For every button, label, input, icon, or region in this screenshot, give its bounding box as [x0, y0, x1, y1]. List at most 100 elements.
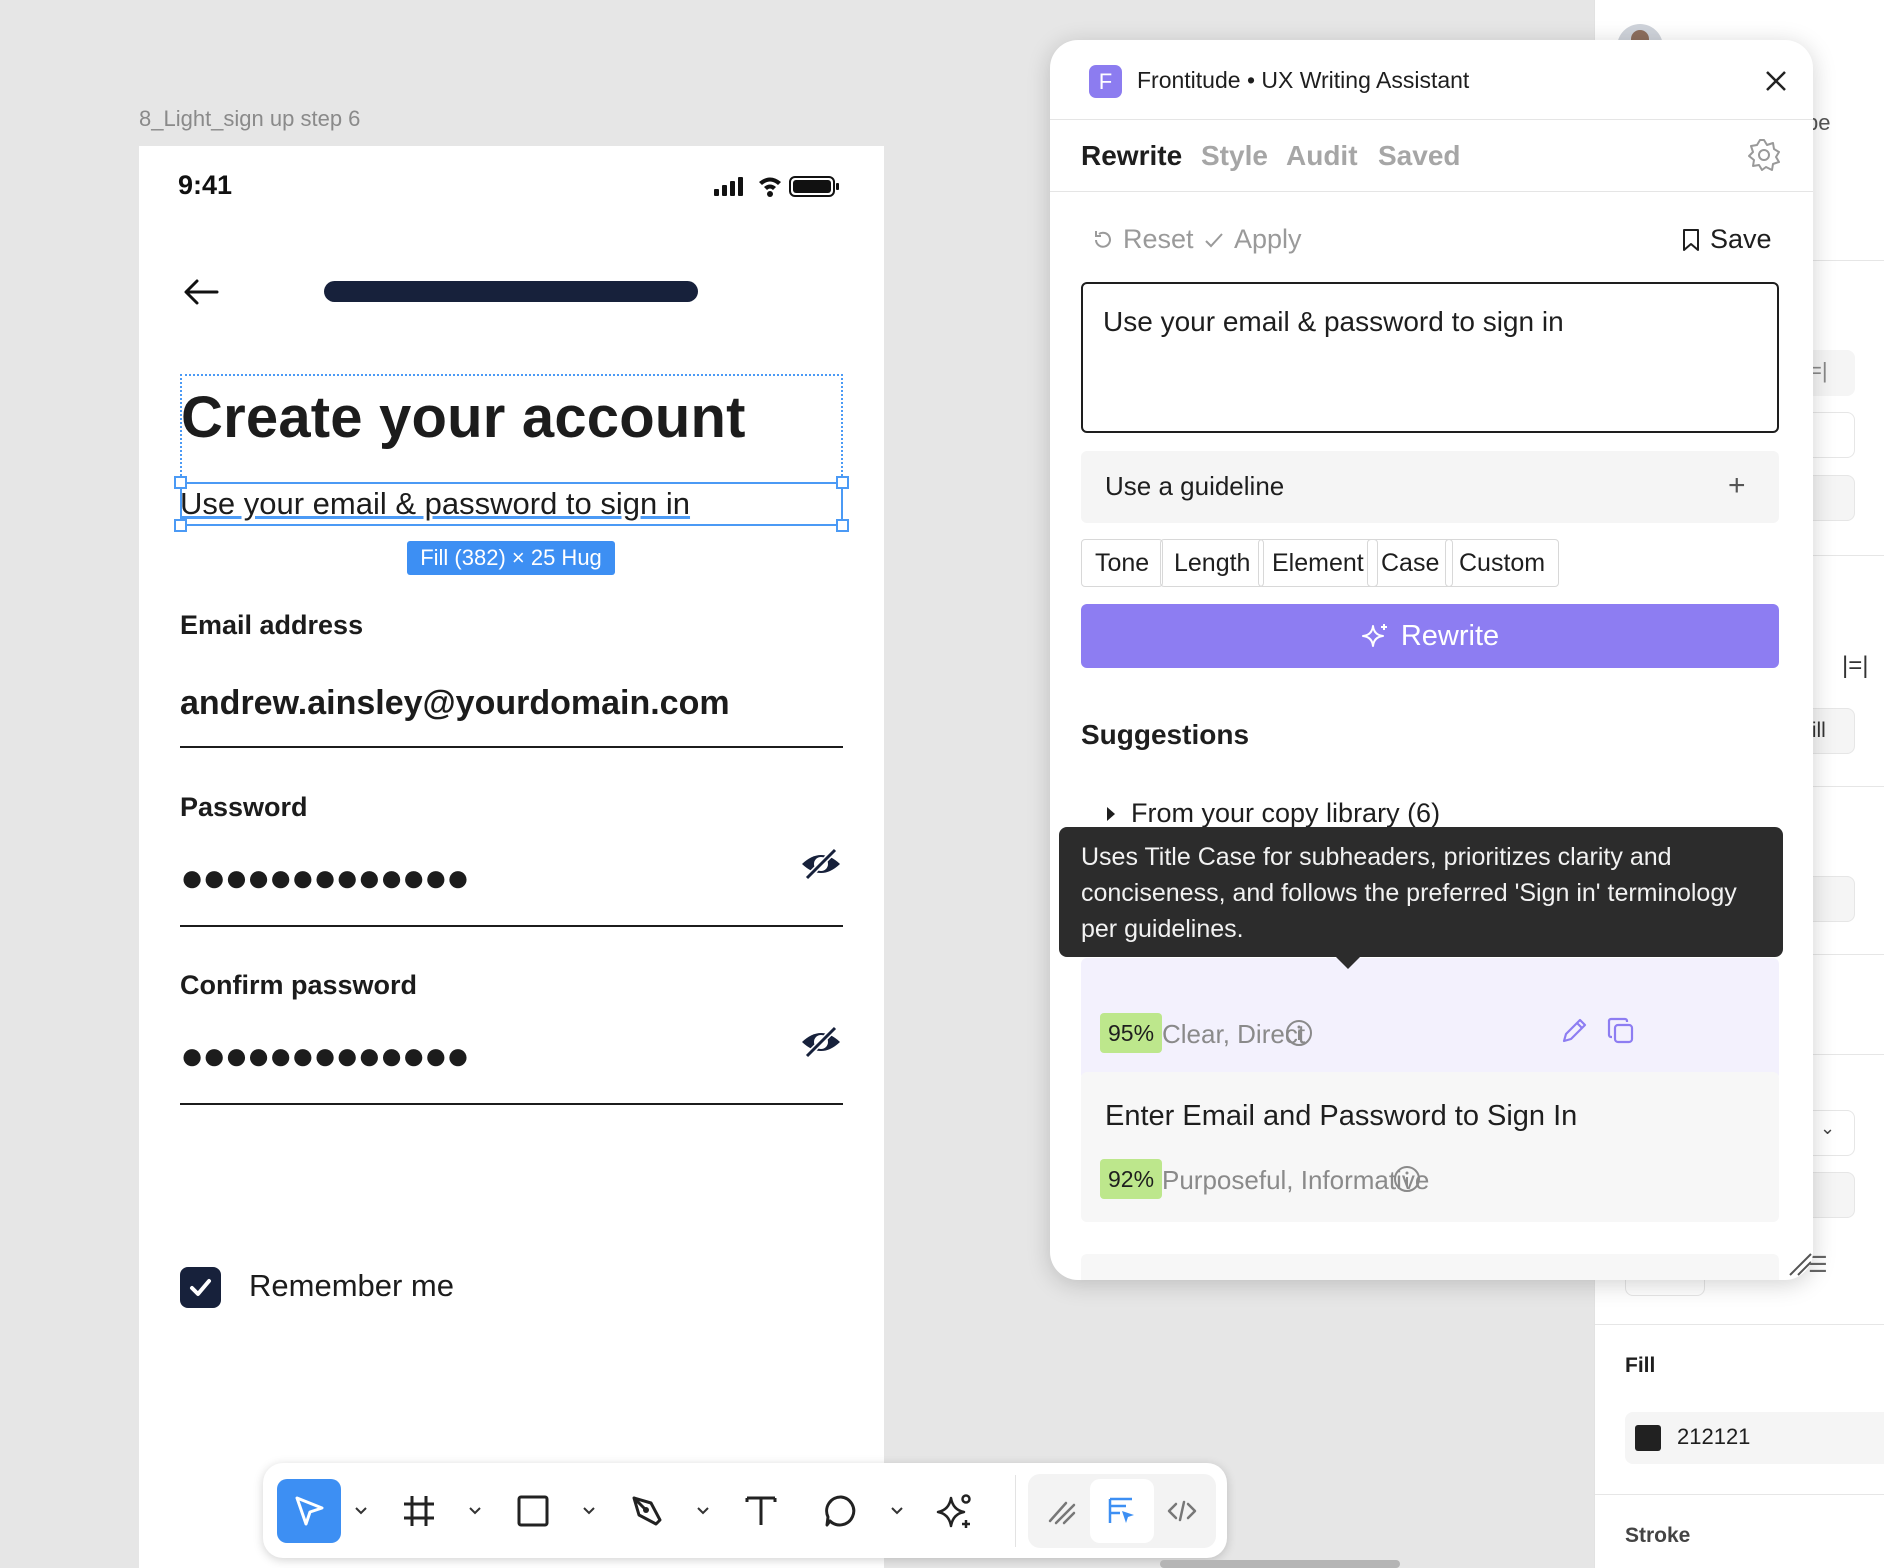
selection-handle[interactable]	[836, 476, 849, 489]
suggestion-card[interactable]: Enter Email and Password to Sign In 92% …	[1081, 1072, 1779, 1222]
rewrite-button[interactable]: Rewrite	[1081, 604, 1779, 668]
pen-tool-button[interactable]	[615, 1479, 679, 1543]
copy-icon[interactable]	[1606, 1016, 1636, 1046]
tab-rewrite[interactable]: Rewrite	[1081, 140, 1182, 172]
tooltip-arrow	[1334, 955, 1362, 969]
info-icon[interactable]	[1284, 1018, 1314, 1048]
confirm-password-field[interactable]: ●●●●●●●●●●●●●	[180, 1034, 470, 1079]
tab-saved[interactable]: Saved	[1378, 140, 1461, 172]
password-field[interactable]: ●●●●●●●●●●●●●	[180, 856, 470, 901]
password-label: Password	[180, 792, 308, 822]
sparkle-icon	[1361, 624, 1387, 647]
pen-icon	[632, 1496, 662, 1526]
chip-tone[interactable]: Tone	[1081, 539, 1164, 587]
size-badge: Fill (382) × 25 Hug	[407, 541, 615, 575]
page-title[interactable]: Create your account	[181, 384, 746, 451]
phone-frame[interactable]: 9:41 Create your account Use your email …	[139, 146, 884, 1568]
guideline-selector[interactable]: Use a guideline +	[1081, 451, 1779, 523]
save-button[interactable]: Save	[1680, 224, 1772, 255]
move-tool-button[interactable]	[277, 1479, 341, 1543]
fill-section-label: Fill	[1625, 1354, 1656, 1377]
email-underline	[180, 746, 843, 748]
horizontal-scrollbar[interactable]	[1160, 1560, 1400, 1568]
resize-handle-icon[interactable]	[1788, 1252, 1813, 1277]
plugin-title: Frontitude • UX Writing Assistant	[1137, 67, 1470, 93]
rewrite-button-label: Rewrite	[1400, 619, 1500, 652]
fill-value-field[interactable]	[1625, 1412, 1884, 1464]
remember-me-label[interactable]: Remember me	[249, 1268, 454, 1304]
confirm-password-label: Confirm password	[180, 970, 418, 1000]
chip-element[interactable]: Element	[1258, 539, 1378, 587]
confirm-password-underline	[180, 1103, 843, 1105]
email-field[interactable]: andrew.ainsley@yourdomain.com	[180, 684, 730, 723]
toolbar-divider	[1015, 1475, 1016, 1547]
apply-label: Apply	[1234, 224, 1302, 254]
frontitude-plugin-window: F Frontitude • UX Writing Assistant Rewr…	[1050, 40, 1813, 1280]
square-icon	[517, 1495, 549, 1527]
design-mode-button[interactable]	[1090, 1479, 1154, 1543]
dev-mode-button[interactable]	[1150, 1479, 1214, 1543]
suggestion-card[interactable]: 95% Clear, Direct	[1081, 958, 1779, 1080]
signal-icon	[714, 177, 743, 196]
score-badge: 95%	[1100, 1013, 1163, 1053]
back-arrow-icon[interactable]	[181, 276, 221, 308]
status-icons	[714, 176, 839, 197]
suggestions-title: Suggestions	[1081, 719, 1250, 750]
sparkle-icon	[936, 1494, 971, 1528]
remember-me-checkbox[interactable]	[180, 1267, 221, 1308]
chevron-down-icon[interactable]	[695, 1499, 711, 1523]
chevron-down-icon[interactable]	[581, 1499, 597, 1523]
rewrite-input[interactable]: Use your email & password to sign in	[1081, 282, 1779, 433]
email-label: Email address	[180, 610, 364, 640]
tab-audit[interactable]: Audit	[1286, 140, 1358, 172]
scribble-icon	[1048, 1501, 1076, 1525]
comment-tool-button[interactable]	[809, 1479, 873, 1543]
password-underline	[180, 925, 843, 927]
rectangle-tool-button[interactable]	[501, 1479, 565, 1543]
draw-mode-button[interactable]	[1030, 1479, 1094, 1543]
tab-style[interactable]: Style	[1201, 140, 1268, 172]
align-icon[interactable]: |=|	[1842, 652, 1868, 680]
fill-hex-value[interactable]: 212121	[1677, 1424, 1750, 1450]
plus-icon[interactable]: +	[1728, 469, 1746, 503]
wifi-icon	[759, 177, 781, 197]
selection-handle[interactable]	[836, 519, 849, 532]
cursor-icon	[295, 1496, 324, 1526]
chip-case[interactable]: Case	[1367, 539, 1454, 587]
bottom-toolbar	[263, 1463, 1227, 1558]
signup-progress-bar	[324, 281, 698, 302]
fill-color-swatch[interactable]	[1635, 1425, 1661, 1451]
suggestion-tags: Purposeful, Informative	[1162, 1165, 1430, 1195]
text-tool-button[interactable]	[729, 1479, 793, 1543]
apply-button[interactable]: Apply	[1202, 224, 1302, 255]
copy-library-toggle[interactable]: From your copy library (6)	[1105, 798, 1440, 829]
score-badge: 92%	[1100, 1159, 1163, 1199]
frame-tool-button[interactable]	[387, 1479, 451, 1543]
comment-icon	[825, 1495, 856, 1527]
page-subtitle[interactable]: Use your email & password to sign in	[180, 486, 690, 522]
close-icon[interactable]	[1760, 65, 1792, 97]
frame-label[interactable]: 8_Light_sign up step 6	[139, 106, 360, 132]
edit-pencil-icon[interactable]	[1559, 1016, 1589, 1046]
suggestion-card[interactable]	[1081, 1254, 1779, 1280]
chevron-down-icon[interactable]	[889, 1499, 905, 1523]
reset-button[interactable]: Reset	[1091, 224, 1194, 255]
eye-slash-icon[interactable]	[799, 846, 843, 882]
battery-icon	[789, 176, 839, 197]
bookmark-icon	[1683, 228, 1699, 251]
hash-frame-icon	[404, 1496, 434, 1526]
reset-icon	[1095, 230, 1111, 248]
eye-slash-icon[interactable]	[799, 1024, 843, 1060]
chevron-down-icon[interactable]	[467, 1499, 483, 1523]
suggestion-text: Enter Email and Password to Sign In	[1105, 1100, 1578, 1132]
info-icon[interactable]	[1392, 1164, 1422, 1194]
chevron-down-icon[interactable]	[353, 1499, 369, 1523]
actions-tool-button[interactable]	[923, 1479, 987, 1543]
plugin-tabs: Rewrite Style Audit Saved	[1050, 120, 1813, 192]
frontitude-logo: F	[1089, 65, 1122, 98]
chip-custom[interactable]: Custom	[1445, 539, 1560, 587]
chip-length[interactable]: Length	[1160, 539, 1265, 587]
gear-icon[interactable]	[1746, 137, 1782, 173]
triangle-right-icon	[1107, 806, 1115, 821]
stroke-section-label: Stroke	[1625, 1524, 1691, 1547]
